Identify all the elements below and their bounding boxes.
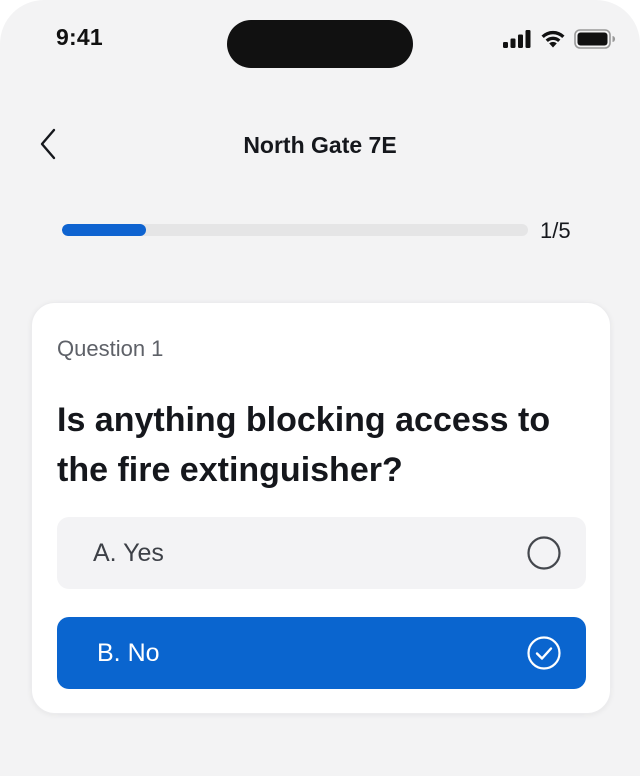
option-label: B. No [97, 639, 160, 667]
question-card: Question 1 Is anything blocking access t… [31, 302, 611, 714]
question-text: Is anything blocking access to the fire … [57, 401, 551, 489]
progress-counter: 1/5 [540, 218, 571, 243]
check-circle-icon [526, 635, 562, 671]
status-time: 9:41 [56, 24, 103, 50]
answer-option-yes[interactable]: A. Yes [57, 517, 586, 589]
answer-option-no[interactable]: B. No [57, 617, 586, 689]
wifi-icon [539, 28, 567, 49]
progress-bar [62, 224, 528, 236]
progress-fill [62, 224, 146, 236]
option-label: A. Yes [93, 539, 164, 567]
dynamic-island [227, 20, 413, 68]
phone-screen: 9:41 North Gate 7E 1/5 Question 1 Is any… [0, 0, 640, 776]
status-icons [502, 28, 616, 49]
page-title: North Gate 7E [243, 132, 397, 158]
question-number: Question 1 [57, 336, 164, 361]
cellular-signal-icon [502, 29, 532, 49]
battery-icon [574, 28, 616, 49]
radio-empty-icon [526, 535, 562, 571]
